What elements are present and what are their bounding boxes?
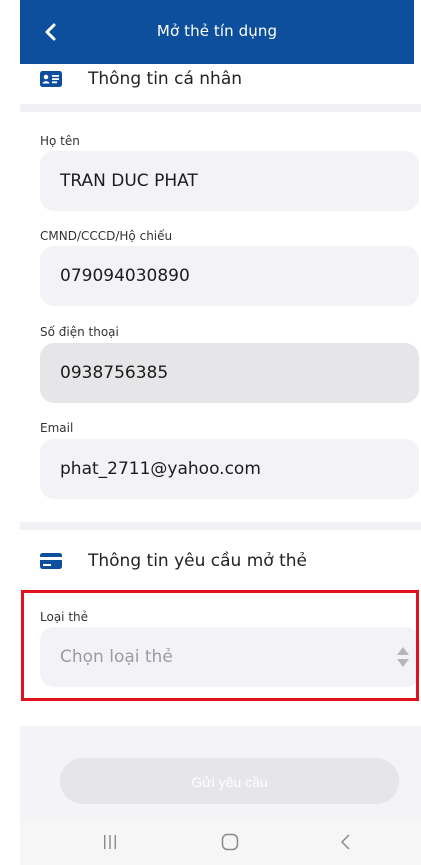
section-title-text: Thông tin yêu cầu mở thẻ <box>88 551 307 571</box>
page-title: Mở thẻ tín dụng <box>156 22 278 40</box>
full-name-label: Họ tên <box>40 134 80 148</box>
id-number-label: CMND/CCCD/Hộ chiếu <box>40 229 173 243</box>
full-name-value: TRAN DUC PHAT <box>60 171 198 191</box>
nav-back-icon[interactable] <box>336 832 356 852</box>
recent-apps-icon[interactable] <box>100 832 120 852</box>
email-field[interactable]: phat_2711@yahoo.com <box>40 439 419 499</box>
phone-field: 0938756385 <box>40 343 419 403</box>
phone-label: Số điện thoại <box>40 325 119 339</box>
phone-value: 0938756385 <box>60 363 169 383</box>
id-number-value: 079094030890 <box>60 266 190 286</box>
section-title-text: Thông tin cá nhân <box>88 69 243 89</box>
personal-info-section-title: Thông tin cá nhân <box>40 68 242 90</box>
email-label: Email <box>40 421 74 435</box>
home-icon[interactable] <box>220 832 240 852</box>
section-divider <box>20 104 421 112</box>
full-name-field[interactable]: TRAN DUC PHAT <box>40 151 419 211</box>
email-value: phat_2711@yahoo.com <box>60 459 261 479</box>
id-number-field[interactable]: 079094030890 <box>40 246 419 306</box>
id-card-icon <box>40 71 62 87</box>
app-header: Mở thẻ tín dụng <box>20 0 414 64</box>
highlight-box <box>21 590 419 701</box>
section-divider <box>20 522 421 530</box>
card-request-section-title: Thông tin yêu cầu mở thẻ <box>40 550 307 572</box>
credit-card-icon <box>40 553 62 569</box>
system-nav-bar <box>20 818 421 865</box>
submit-request-button[interactable]: Gửi yêu cầu <box>60 758 399 804</box>
